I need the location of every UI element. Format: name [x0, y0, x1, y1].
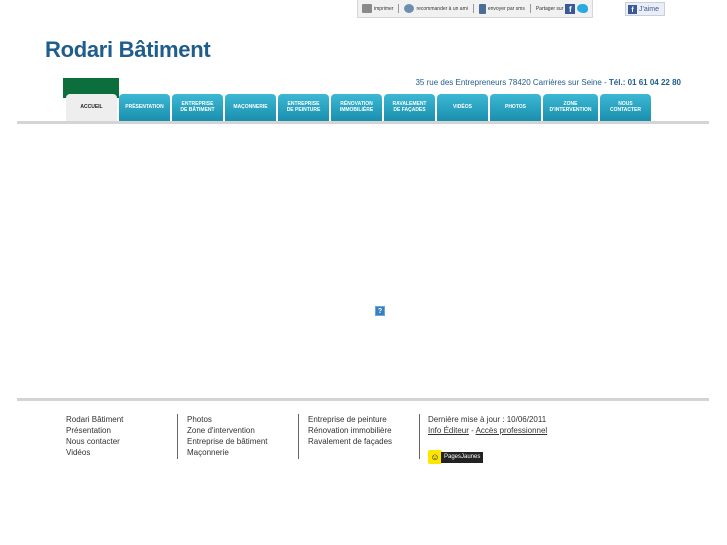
recommend-link[interactable]: recommander à un ami [404, 4, 468, 13]
footer-col-4: Dernière mise à jour : 10/06/2011 Info É… [428, 414, 547, 436]
facebook-icon: f [628, 4, 637, 14]
phone-icon [478, 3, 486, 14]
tab-presentation[interactable]: PRÉSENTATION [119, 94, 170, 121]
tab-videos[interactable]: VIDÉOS [437, 94, 488, 121]
tab-renovation[interactable]: RÉNOVATION IMMOBILIÈRE [331, 94, 382, 121]
tel-label: Tél.: [608, 78, 626, 87]
info-editeur-link[interactable]: Info Éditeur [428, 426, 469, 435]
pagesjaunes-badge[interactable]: ☺ PagesJaunes [428, 450, 484, 464]
like-button[interactable]: f J'aime [625, 2, 665, 16]
tab-entreprise-peinture[interactable]: ENTREPRISE DE PEINTURE [278, 94, 329, 121]
footer-separator [177, 414, 178, 459]
footer-link[interactable]: Entreprise de peinture [308, 414, 392, 425]
missing-plugin-icon[interactable]: ? [375, 306, 385, 316]
print-label: imprimer [374, 5, 394, 12]
facebook-icon[interactable]: f [565, 3, 576, 14]
share-group: Partager sur f [535, 3, 589, 14]
footer-link[interactable]: Entreprise de bâtiment [187, 436, 268, 447]
footer-col-3: Entreprise de peinture Rénovation immobi… [308, 414, 392, 447]
footer-col-2: Photos Zone d'intervention Entreprise de… [187, 414, 268, 458]
divider [472, 4, 474, 13]
footer-link[interactable]: Maçonnerie [187, 447, 268, 458]
contact-address: 35 rue des Entrepreneurs 78420 Carrières… [415, 78, 681, 87]
footer-link[interactable]: Vidéos [66, 447, 123, 458]
footer-link[interactable]: Rodari Bâtiment [66, 414, 123, 425]
footer-link[interactable]: Ravalement de façades [308, 436, 392, 447]
footer-link[interactable]: Zone d'intervention [187, 425, 268, 436]
tab-maconnerie[interactable]: MAÇONNERIE [225, 94, 276, 121]
last-updated: Dernière mise à jour : 10/06/2011 [428, 415, 547, 424]
recommend-label: recommander à un ami [416, 5, 468, 12]
sms-label: envoyer par sms [487, 5, 525, 12]
address-text: 35 rue des Entrepreneurs 78420 Carrières… [415, 78, 602, 87]
pagesjaunes-label: PagesJaunes [441, 451, 484, 463]
tel-number: 01 61 04 22 80 [627, 78, 681, 87]
footer-separator [298, 414, 299, 459]
print-link[interactable]: imprimer [362, 4, 393, 13]
footer-separator [419, 414, 420, 459]
pagesjaunes-logo-icon: ☺ [428, 450, 442, 464]
friend-icon [404, 4, 415, 13]
divider [529, 4, 531, 13]
tab-photos[interactable]: PHOTOS [490, 94, 541, 121]
site-title[interactable]: Rodari Bâtiment [45, 37, 211, 63]
footer-pro-links: Info Éditeur - Accès professionnel [428, 425, 547, 436]
footer-link[interactable]: Nous contacter [66, 436, 123, 447]
tab-accueil[interactable]: ACCUEIL [66, 94, 117, 121]
tab-entreprise-batiment[interactable]: ENTREPRISE DE BÂTIMENT [172, 94, 223, 121]
tab-contact[interactable]: NOUS CONTACTER [600, 94, 651, 121]
share-toolbar: imprimer recommander à un ami envoyer pa… [357, 0, 594, 18]
divider [398, 4, 400, 13]
tab-zone-intervention[interactable]: ZONE D'INTERVENTION [543, 94, 598, 121]
share-label: Partager sur [535, 5, 564, 12]
acces-pro-link[interactable]: Accès professionnel [476, 426, 548, 435]
nav-underline [17, 121, 709, 124]
printer-icon [362, 4, 372, 13]
footer-divider [17, 398, 709, 401]
footer-link[interactable]: Présentation [66, 425, 123, 436]
main-nav: ACCUEIL PRÉSENTATION ENTREPRISE DE BÂTIM… [66, 94, 651, 121]
footer-link[interactable]: Rénovation immobilière [308, 425, 392, 436]
address-separator: - [601, 78, 609, 87]
sms-link[interactable]: envoyer par sms [478, 3, 525, 14]
like-label: J'aime [639, 5, 660, 13]
tab-ravalement[interactable]: RAVALEMENT DE FAÇADES [384, 94, 435, 121]
footer-link[interactable]: Photos [187, 414, 268, 425]
footer-col-1: Rodari Bâtiment Présentation Nous contac… [66, 414, 123, 458]
link-separator: - [468, 426, 476, 435]
twitter-icon[interactable] [577, 4, 589, 13]
